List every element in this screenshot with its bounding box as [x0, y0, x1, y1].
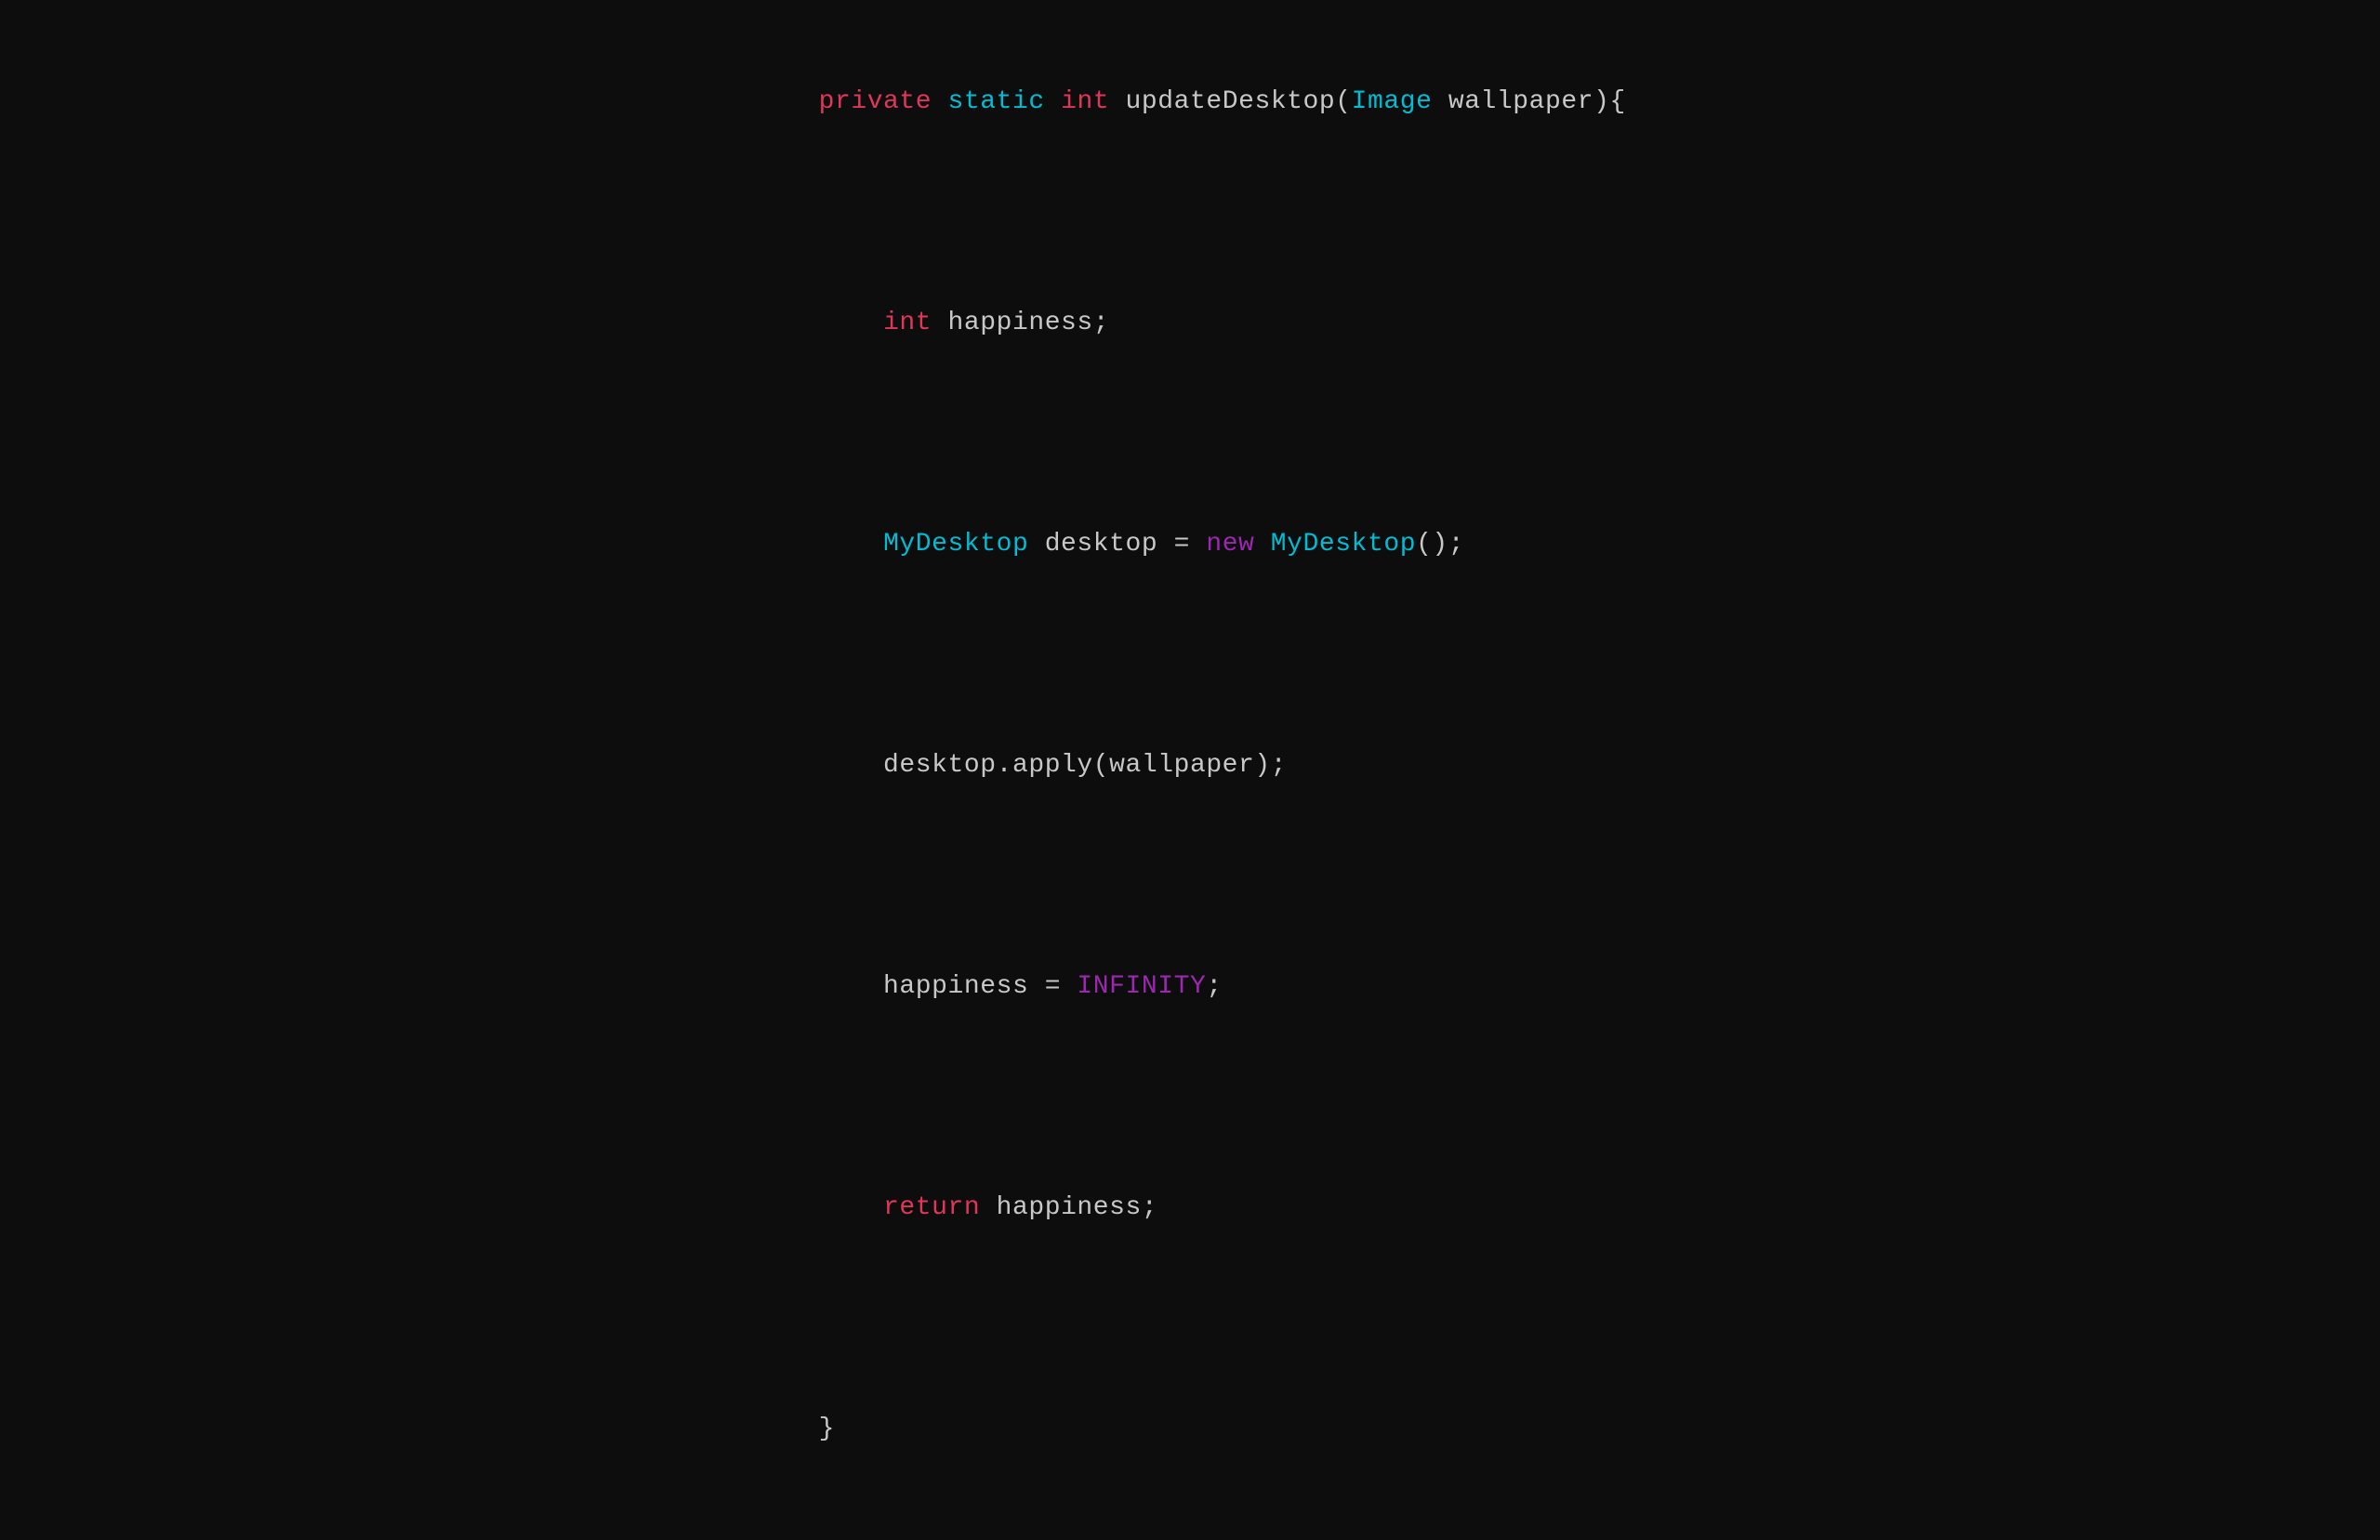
code-line-4: desktop.apply(wallpaper);	[754, 699, 1626, 832]
type-mydesktop-2: MyDesktop	[1271, 530, 1416, 559]
code-line-5: happiness = INFINITY;	[754, 920, 1626, 1053]
keyword-new: new	[1206, 530, 1254, 559]
code-line-6: return happiness;	[754, 1141, 1626, 1274]
type-mydesktop-1: MyDesktop	[883, 530, 1028, 559]
closing-brace: }	[819, 1415, 835, 1443]
keyword-private: private	[819, 87, 932, 116]
code-line-7: }	[754, 1362, 1626, 1495]
keyword-int-return: int	[1061, 87, 1109, 116]
code-line-3: MyDesktop desktop = new MyDesktop();	[754, 478, 1626, 611]
const-infinity: INFINITY	[1077, 972, 1206, 1001]
type-image: Image	[1352, 87, 1433, 116]
keyword-return: return	[883, 1193, 980, 1222]
keyword-static: static	[948, 87, 1045, 116]
keyword-int-decl: int	[883, 309, 932, 337]
code-line-1: private static int updateDesktop(Image w…	[754, 36, 1626, 169]
code-line-2: int happiness;	[754, 257, 1626, 389]
code-block: private static int updateDesktop(Image w…	[754, 0, 1626, 1540]
